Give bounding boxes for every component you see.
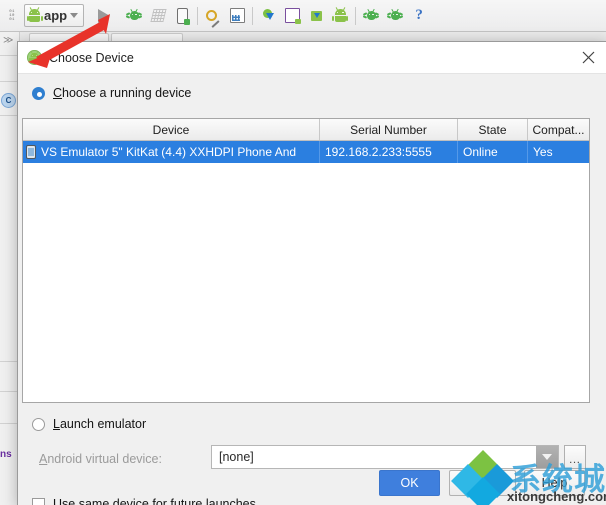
radio-choose-running-device-label: Choose a running device — [53, 86, 192, 100]
run-configuration-dropdown[interactable]: app — [24, 4, 85, 27]
radio-launch-emulator-label: Launch emulator — [53, 417, 147, 431]
coverage-icon[interactable] — [146, 4, 170, 28]
toolbar-divider — [252, 6, 254, 25]
dialog-button-bar: OK Cancel Help — [18, 460, 606, 505]
help-button[interactable]: Help — [524, 470, 585, 496]
device-monitor-icon[interactable] — [280, 4, 304, 28]
dialog-content: Choose a running device Device Serial Nu… — [18, 74, 606, 505]
device-icon — [26, 145, 36, 159]
column-header-serial-number[interactable]: Serial Number — [320, 119, 458, 140]
sdk-manager-icon[interactable] — [304, 4, 328, 28]
binary-code-icon[interactable]: 01 10 01 — [4, 10, 20, 22]
gutter-chevron-icon[interactable]: ≫ — [3, 35, 13, 46]
radio-launch-emulator[interactable]: Launch emulator — [32, 417, 146, 431]
chevron-down-icon — [70, 13, 79, 18]
layout-inspector-icon[interactable] — [225, 4, 249, 28]
dialog-title-bar: Choose Device — [18, 42, 606, 74]
avd-manager-icon[interactable] — [328, 4, 352, 28]
screenshot-root: ≫ C ns 01 10 01 app ? Choose Device Choo… — [0, 0, 606, 505]
class-structure-icon[interactable]: C — [1, 93, 16, 108]
cell-serial-number: 192.168.2.233:5555 — [320, 141, 458, 163]
debug-icon[interactable] — [122, 4, 146, 28]
android-icon — [26, 7, 43, 22]
column-header-compatible[interactable]: Compat... — [528, 119, 589, 140]
radio-indicator — [32, 417, 45, 431]
dialog-title: Choose Device — [49, 50, 134, 65]
toolbar-divider — [355, 6, 357, 25]
column-header-device[interactable]: Device — [23, 119, 320, 140]
help-glyph: ? — [415, 7, 423, 23]
attach-debugger-icon[interactable] — [170, 4, 194, 28]
cell-device: VS Emulator 5" KitKat (4.4) XXHDPI Phone… — [23, 141, 320, 163]
close-icon[interactable] — [569, 42, 606, 73]
toolbar-divider — [197, 6, 199, 25]
table-row[interactable]: VS Emulator 5" KitKat (4.4) XXHDPI Phone… — [23, 141, 589, 163]
editor-code-fragment: ns — [0, 449, 12, 460]
help-icon[interactable]: ? — [407, 4, 431, 28]
ok-button[interactable]: OK — [379, 470, 440, 496]
run-configuration-label: app — [44, 8, 68, 23]
radio-choose-running-device[interactable]: Choose a running device — [32, 86, 191, 100]
bug-glyph — [386, 8, 404, 22]
column-header-state[interactable]: State — [458, 119, 528, 140]
android-device-monitor-icon[interactable] — [359, 4, 383, 28]
cancel-button[interactable]: Cancel — [449, 470, 516, 496]
sync-gradle-icon[interactable] — [256, 4, 280, 28]
ide-main-toolbar: 01 10 01 app ? — [0, 0, 606, 32]
cell-state: Online — [458, 141, 528, 163]
run-icon[interactable] — [92, 4, 116, 28]
ddms-icon[interactable] — [383, 4, 407, 28]
android-icon — [27, 50, 42, 65]
cell-device-label: VS Emulator 5" KitKat (4.4) XXHDPI Phone… — [41, 145, 297, 159]
device-table[interactable]: Device Serial Number State Compat... VS … — [22, 118, 590, 403]
device-table-header: Device Serial Number State Compat... — [23, 119, 589, 141]
choose-device-dialog: Choose Device Choose a running device De… — [17, 41, 606, 505]
radio-indicator — [32, 86, 45, 100]
bug-glyph — [125, 8, 143, 22]
cell-compatible: Yes — [533, 145, 553, 159]
project-structure-icon[interactable] — [201, 4, 225, 29]
bug-glyph — [362, 8, 380, 22]
android-icon — [332, 7, 349, 22]
